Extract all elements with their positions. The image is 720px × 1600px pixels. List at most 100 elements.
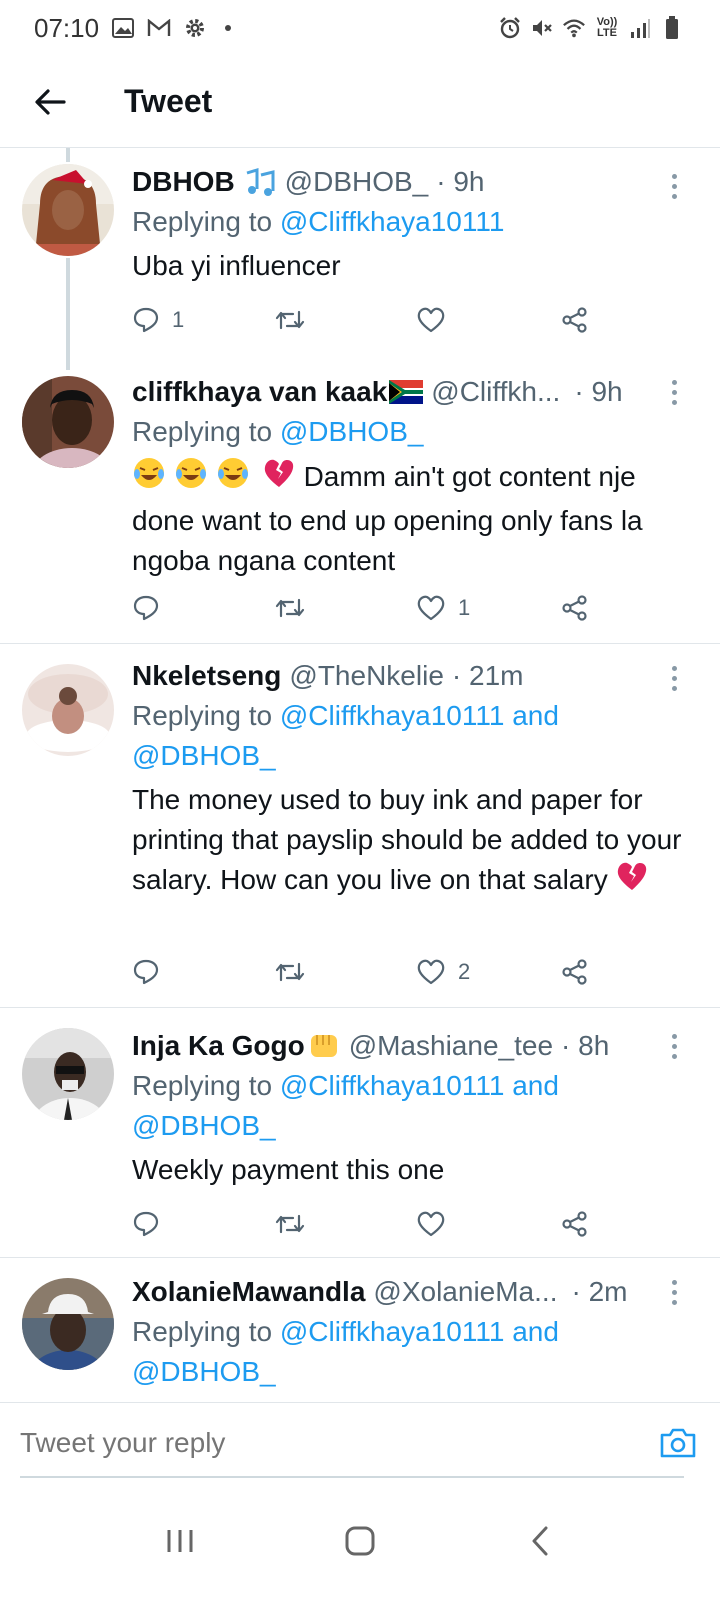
thread-line [66,258,70,370]
tweet-time: · 9h [574,376,623,407]
user-handle[interactable]: @Cliffkh... [431,372,560,412]
display-name[interactable]: XolanieMawandla [132,1272,365,1312]
mention-link[interactable]: @Cliffkhaya10111 [280,206,505,237]
status-bar: 07:10 Vo)) LTE [0,0,720,56]
replying-label: Replying to [132,1070,273,1101]
share-icon [562,595,587,621]
more-options-button[interactable] [664,658,684,698]
volte-indicator: Vo)) LTE [596,16,618,39]
like-count: 2 [458,959,471,984]
wifi-icon [562,16,586,40]
share-icon [562,1211,587,1237]
back-button[interactable] [26,78,74,126]
signal-icon [628,16,652,40]
home-button[interactable] [330,1511,390,1571]
like-button[interactable] [416,306,458,334]
more-options-button[interactable] [664,1026,684,1066]
tweet-actions: 2 [132,952,602,992]
share-button[interactable] [560,594,590,622]
like-button[interactable]: 2 [416,958,470,986]
replying-label: Replying to [132,1316,273,1347]
display-name[interactable]: Nkeletseng [132,656,281,696]
avatar[interactable] [22,376,114,468]
like-button[interactable]: 1 [416,594,470,622]
more-options-button[interactable] [664,372,684,412]
mention-link[interactable]: @DBHOB_ [280,416,424,447]
system-nav-bar [0,1482,720,1600]
camera-icon [660,1428,696,1457]
reply-icon [133,595,159,621]
replying-label: Replying to [132,416,273,447]
gallery-icon [111,16,135,40]
reply-button[interactable]: 1 [132,306,184,334]
tweet-item[interactable]: DBHOB @DBHOB_ · 9h Replying to @Cliffkha… [0,148,720,370]
share-button[interactable] [560,958,590,986]
tweet-time: · 9h [436,166,485,197]
avatar[interactable] [22,1278,114,1370]
retweet-button[interactable] [274,958,318,986]
reply-button[interactable] [132,958,172,986]
tweet-actions: 1 [132,588,602,628]
broken-heart-icon [262,457,296,500]
retweet-button[interactable] [274,1210,318,1238]
more-options-button[interactable] [664,166,684,206]
tweet-meta: XolanieMawandla @XolanieMa... · 2m [132,1272,650,1312]
avatar[interactable] [22,1028,114,1120]
retweet-icon [275,598,305,618]
share-icon [562,959,587,985]
tweet-text: Weekly payment this one [132,1154,445,1185]
reply-icon [133,959,159,985]
user-handle[interactable]: @TheNkelie [289,656,443,696]
laughing-emoji-icon [132,456,254,501]
recent-apps-button[interactable] [150,1511,210,1571]
replying-to: Replying to @DBHOB_ [132,412,692,452]
status-time: 07:10 [34,12,100,43]
reply-icon [133,1211,159,1237]
tweet-text-container: Damm ain't got content nje done want to … [132,456,692,581]
tweet-item[interactable]: cliffkhaya van kaak @Cliffkh... · 9h Rep… [0,370,720,644]
like-button[interactable] [416,1210,458,1238]
like-count: 1 [458,595,471,620]
reply-button[interactable] [132,594,172,622]
tweet-time: · 2m [571,1276,628,1307]
chevron-left-icon [532,1526,548,1556]
retweet-button[interactable] [274,306,318,334]
display-name[interactable]: Inja Ka Gogo [132,1026,305,1066]
heart-icon [417,959,445,985]
display-name[interactable]: DBHOB [132,162,235,202]
avatar[interactable] [22,164,114,256]
retweet-icon [275,962,305,982]
share-button[interactable] [560,306,590,334]
user-handle[interactable]: @Mashiane_tee [349,1026,553,1066]
input-underline [20,1476,684,1478]
settings-gear-icon [183,16,207,40]
display-name[interactable]: cliffkhaya van kaak [132,372,387,412]
tweet-item[interactable]: Nkeletseng @TheNkelie · 21m Replying to … [0,644,720,1008]
tweet-meta: Inja Ka Gogo @Mashiane_tee · 8h [132,1026,692,1066]
mute-icon [530,16,554,40]
share-button[interactable] [560,1210,590,1238]
reply-count: 1 [172,307,185,332]
tweet-time: · 21m [451,660,524,691]
retweet-icon [275,310,305,330]
user-handle[interactable]: @XolanieMa... [373,1272,557,1312]
camera-button[interactable] [656,1421,700,1465]
tweet-item[interactable]: Inja Ka Gogo @Mashiane_tee · 8h Replying… [0,1008,720,1258]
south-africa-flag-icon [389,380,424,404]
tweet-meta: DBHOB @DBHOB_ · 9h [132,162,692,202]
share-icon [562,307,587,333]
reply-input[interactable] [20,1426,580,1459]
heart-icon [417,595,445,621]
replying-to: Replying to @Cliffkhaya10111 [132,202,692,242]
more-options-button[interactable] [664,1272,684,1312]
user-handle[interactable]: @DBHOB_ [285,162,429,202]
notification-dot-icon [225,25,232,31]
back-arrow-icon [35,88,66,115]
reply-button[interactable] [132,1210,172,1238]
gmail-icon [147,16,171,40]
retweet-button[interactable] [274,594,318,622]
system-back-button[interactable] [510,1511,570,1571]
tweet-item[interactable]: XolanieMawandla @XolanieMa... · 2m Reply… [0,1258,720,1402]
tweet-text: Uba yi influencer [132,250,341,281]
avatar[interactable] [22,664,114,756]
